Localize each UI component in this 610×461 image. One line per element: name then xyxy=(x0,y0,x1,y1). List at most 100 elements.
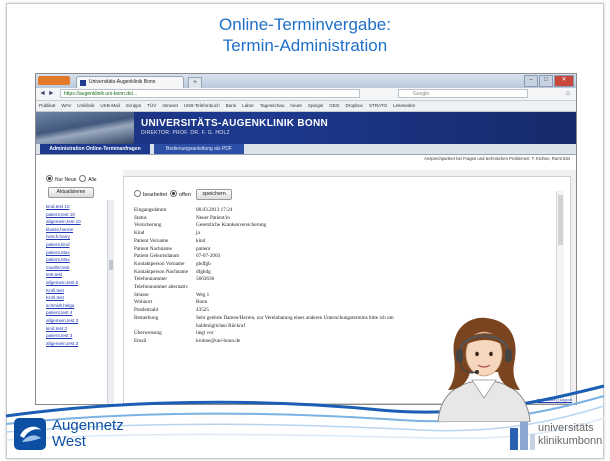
detail-row: Telefonnummer 5663636 xyxy=(134,276,416,284)
detail-field-value: Neuer Patient/in xyxy=(196,214,230,221)
bookmark-item[interactable]: GEO xyxy=(329,103,339,108)
appointment-link[interactable]: patient,kind xyxy=(46,241,104,249)
browser-tab-bar: Universitäts-Augenklinik Bonn + – □ ✕ xyxy=(36,74,576,89)
detail-field-label: Eingangsdatum xyxy=(134,207,167,213)
sidebar-scrollbar[interactable] xyxy=(107,200,114,404)
detail-field-label: Versicherung xyxy=(134,222,162,229)
appointment-link[interactable]: allgemein,test 3 xyxy=(46,317,104,325)
status-open-radio[interactable] xyxy=(169,190,177,197)
appointment-link[interactable]: hirsch,harry xyxy=(46,233,104,241)
appointment-sidebar: Nur Neue Alle Aktualisieren kind,test 10… xyxy=(36,170,118,404)
appointment-link[interactable]: schmidt,helga xyxy=(46,302,104,310)
detail-field-label: Kontaktperson Vorname xyxy=(134,260,185,267)
appointment-detail-table: Eingangsdatum 08.03.2013 17:24 Status Neuer… xyxy=(134,207,416,346)
detail-field-value: 08.03.2013 17:24 xyxy=(196,207,233,213)
browser-tab[interactable]: Universitäts-Augenklinik Bonn xyxy=(76,76,184,88)
appointment-link[interactable]: allgemein,test 10 xyxy=(46,218,104,226)
filter-all-radio[interactable] xyxy=(79,175,87,182)
maximize-button[interactable]: □ xyxy=(539,75,553,87)
site-name: UNIVERSITÄTS-AUGENKLINIK BONN xyxy=(141,118,329,129)
bookmark-item[interactable]: Tagesschau xyxy=(260,103,285,108)
bookmark-item[interactable]: Spiegel xyxy=(308,103,323,108)
appointment-link[interactable]: mueller,test xyxy=(46,264,104,272)
appointment-link[interactable]: patient,Max xyxy=(46,249,104,257)
detail-field-label: Telefonnummer xyxy=(134,276,168,283)
filter-new-radio[interactable] xyxy=(46,175,53,182)
detail-row: Postleitzahl 43525 xyxy=(134,307,416,315)
bookmark-item[interactable]: Leseseiten xyxy=(393,103,415,108)
bookmark-item[interactable]: WAV xyxy=(61,103,71,108)
ukb-logo-line-2: klinikumbonn xyxy=(538,435,603,447)
detail-row: Patient Geburtsdatum 07-07-2003 xyxy=(134,253,416,261)
detail-scroll-thumb[interactable] xyxy=(558,195,563,245)
detail-field-value: Weg 1 xyxy=(196,291,210,298)
detail-row: Patient Vorname kind xyxy=(134,238,416,246)
appointment-link[interactable]: patient,test 4 xyxy=(46,309,104,317)
detail-row: Kind ja xyxy=(134,230,416,238)
augennetz-logo-icon xyxy=(14,418,46,450)
detail-scrollbar[interactable] xyxy=(556,191,564,403)
appointment-link[interactable]: patient,test 10 xyxy=(46,211,104,219)
detail-field-value: gbdfgh xyxy=(196,260,211,267)
clinic-building-image xyxy=(36,112,134,144)
detail-field-label: Kind xyxy=(134,230,145,237)
bookmark-item[interactable]: Bank xyxy=(226,103,236,108)
detail-field-value: 07-07-2003 xyxy=(196,253,221,260)
appointment-link[interactable]: test,test xyxy=(46,271,104,279)
bookmark-item[interactable]: Intranet xyxy=(162,103,178,108)
firefox-menu-icon[interactable] xyxy=(38,76,70,85)
detail-row: Kontaktperson Nachname dfghdg xyxy=(134,269,416,277)
bookmark-item[interactable]: STRATO xyxy=(369,103,387,108)
site-favicon-icon xyxy=(80,80,86,86)
detail-row: Email krohne@uni-bonn.de xyxy=(134,338,416,346)
bookmark-item[interactable]: Scripps xyxy=(126,103,141,108)
tab-administration[interactable]: Administration Online-Terminanfragen xyxy=(40,144,150,154)
status-open-label: offen xyxy=(178,191,191,198)
detail-field-value: liegt vor xyxy=(196,330,214,337)
back-forward-icon[interactable]: ◄ ► xyxy=(39,90,55,98)
sidebar-scroll-thumb[interactable] xyxy=(109,260,113,270)
appointment-link[interactable]: Kroll,test xyxy=(46,287,104,295)
bookmark-item[interactable]: UKB-Telefonbuch xyxy=(184,103,220,108)
filter-all-label: Alle xyxy=(88,176,97,183)
appointment-link[interactable]: allgemein,test 3 xyxy=(46,340,104,348)
detail-row: Kontaktperson Vorname gbdfgh xyxy=(134,261,416,269)
home-icon[interactable]: ⌂ xyxy=(566,89,570,98)
detail-field-label: Überweisung xyxy=(134,330,162,337)
bookmark-item[interactable]: Publikat xyxy=(39,103,55,108)
bookmark-item[interactable]: TÜV xyxy=(147,103,156,108)
appointment-link[interactable]: Kroll,test xyxy=(46,294,104,302)
appointment-link[interactable]: kind,test 10 xyxy=(46,203,104,211)
appointment-link[interactable]: kind,test 3 xyxy=(46,325,104,333)
ukb-logo-line-1: universitäts xyxy=(538,422,594,434)
appointment-link[interactable]: allgemein,test 5 xyxy=(46,279,104,287)
bookmark-item[interactable]: Uniklinik xyxy=(77,103,94,108)
detail-row: Strasse Weg 1 xyxy=(134,292,416,300)
search-field[interactable]: Google xyxy=(398,89,528,98)
slide-title-line-1: Online-Terminvergabe: xyxy=(219,15,391,34)
refresh-button[interactable]: Aktualisieren xyxy=(48,187,94,198)
status-processed-radio[interactable] xyxy=(134,190,141,197)
bookmark-item[interactable]: UKB-Mail xyxy=(100,103,119,108)
tab-manual-pdf[interactable]: Bedienungsanleitung als PDF xyxy=(154,144,244,154)
detail-row: Telefonnummer alternativ xyxy=(134,284,416,292)
minimize-button[interactable]: – xyxy=(524,75,538,87)
bookmark-item[interactable]: Dropbox xyxy=(345,103,362,108)
site-director: DIREKTOR: PROF. DR. F. G. HOLZ xyxy=(141,130,230,136)
detail-field-label: Bemerkung xyxy=(134,314,159,321)
close-window-button[interactable]: ✕ xyxy=(554,75,574,87)
support-agent-avatar-icon xyxy=(437,317,531,422)
detail-field-label: Patient Nachname xyxy=(134,245,172,252)
bookmark-item[interactable]: Labor xyxy=(242,103,254,108)
appointment-link[interactable]: patient,Max xyxy=(46,256,104,264)
site-header: UNIVERSITÄTS-AUGENKLINIK BONN DIREKTOR: … xyxy=(36,112,576,144)
bookmark-item[interactable]: heute xyxy=(290,103,302,108)
augennetz-logo-line-2: West xyxy=(52,433,86,450)
appointment-link[interactable]: patient,test 3 xyxy=(46,332,104,340)
url-field[interactable]: https://augenklinik.uni-bonn.de/... xyxy=(60,89,360,98)
appointment-link[interactable]: klasse,hanne xyxy=(46,226,104,234)
save-button[interactable]: speichern xyxy=(196,189,232,200)
detail-field-value: krohne@uni-bonn.de xyxy=(196,337,241,344)
appointment-list: kind,test 10 patient,test 10 allgemein,tes… xyxy=(46,203,104,347)
status-processed-label: bearbeitet xyxy=(143,191,167,198)
